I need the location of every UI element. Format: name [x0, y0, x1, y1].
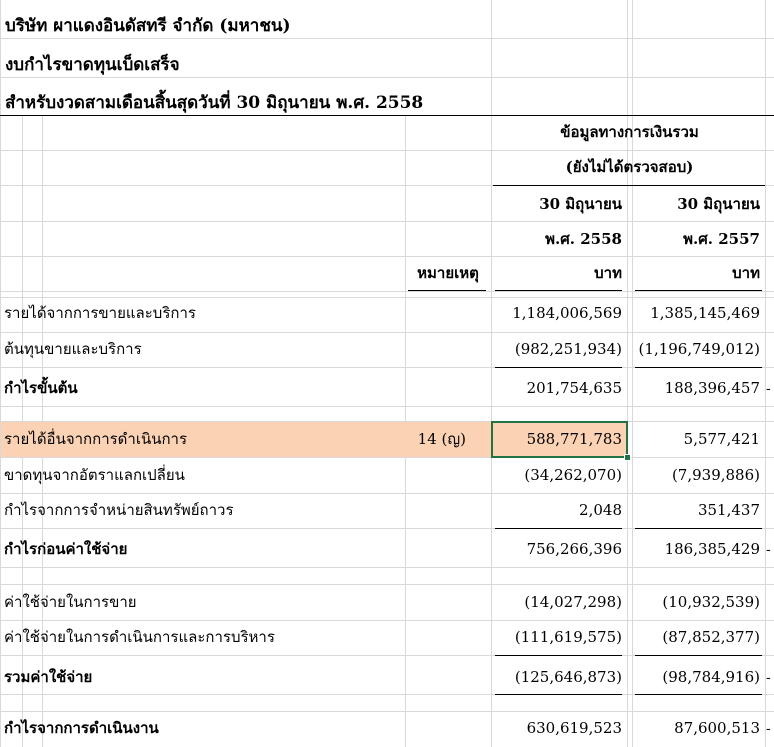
fill-handle[interactable] — [624, 454, 631, 461]
col1-unit-underline — [495, 290, 622, 291]
subtotal-underline — [495, 694, 622, 695]
grid-line — [0, 584, 774, 585]
grid-line — [0, 332, 774, 333]
grid-line — [0, 493, 774, 494]
row-label: ค่าใช้จ่ายในการขาย — [4, 593, 137, 611]
row-value-2558: 201,754,635 — [526, 379, 622, 397]
row-value-2558: (982,251,934) — [514, 340, 622, 358]
side-dash: - — [766, 381, 771, 397]
grid-line — [0, 221, 774, 222]
col1-year: พ.ศ. 2558 — [545, 230, 622, 248]
row-value-2558: 630,619,523 — [526, 719, 622, 737]
grid-line — [0, 297, 774, 298]
grid-line — [0, 620, 774, 621]
row-value-2558: 1,184,006,569 — [512, 304, 622, 322]
grid-line — [0, 291, 774, 292]
group-subtitle: (ยังไม่ได้ตรวจสอบ) — [565, 158, 694, 176]
grid-line — [0, 256, 774, 257]
col2-unit-underline — [635, 290, 762, 291]
row-value-2557: 186,385,429 — [664, 540, 760, 558]
side-dash: - — [766, 670, 771, 686]
statement-title: งบกำไรขาดทุนเบ็ดเสร็จ — [5, 55, 180, 75]
subtotal-underline — [635, 367, 762, 368]
company-name: บริษัท ผาแดงอินดัสทรี จำกัด (มหาชน) — [5, 16, 291, 36]
row-value-2558: (14,027,298) — [524, 593, 622, 611]
col1-date: 30 มิถุนายน — [539, 195, 622, 213]
col2-unit: บาท — [732, 264, 760, 282]
row-value-2557: (87,852,377) — [662, 628, 760, 646]
row-label: กำไรจากการจำหน่ายสินทรัพย์ถาวร — [4, 501, 234, 519]
row-value-2557: 1,385,145,469 — [650, 304, 760, 322]
spreadsheet: บริษัท ผาแดงอินดัสทรี จำกัด (มหาชน) งบกำ… — [0, 0, 774, 747]
note-underline — [408, 290, 486, 291]
grid-line — [0, 406, 774, 407]
row-label: กำไรก่อนค่าใช้จ่าย — [4, 540, 128, 558]
grid-line — [0, 457, 774, 458]
row-value-2558: 756,266,396 — [526, 540, 622, 558]
row-value-2557: (10,932,539) — [662, 593, 760, 611]
row-label: รายได้อื่นจากการดำเนินการ — [4, 430, 188, 448]
subtotal-underline — [495, 655, 622, 656]
subtotal-underline — [635, 528, 762, 529]
period-title: สำหรับงวดสามเดือนสิ้นสุดวันที่ 30 มิถุนา… — [5, 93, 424, 113]
subtotal-underline — [635, 694, 762, 695]
row-label: รายได้จากการขายและบริการ — [4, 304, 196, 322]
col2-year: พ.ศ. 2557 — [683, 230, 760, 248]
group-title: ข้อมูลทางการเงินรวม — [560, 123, 699, 141]
side-dash: - — [766, 721, 771, 737]
row-label: ต้นทุนขายและบริการ — [4, 340, 142, 358]
row-value-2558: (125,646,873) — [514, 668, 622, 686]
col2-date: 30 มิถุนายน — [677, 195, 760, 213]
row-label: ค่าใช้จ่ายในการดำเนินการและการบริหาร — [4, 628, 275, 646]
row-value-2557: 188,396,457 — [664, 379, 760, 397]
grid-line — [0, 711, 774, 712]
row-value-2557: 5,577,421 — [683, 430, 760, 448]
grid-line — [0, 0, 1, 747]
subtotal-underline — [495, 367, 622, 368]
side-dash: - — [766, 542, 771, 558]
row-label: กำไรจากการดำเนินงาน — [4, 719, 159, 737]
grid-line — [0, 150, 774, 151]
row-label: ขาดทุนจากอัตราแลกเปลี่ยน — [4, 466, 185, 484]
row-value-2558: (111,619,575) — [514, 628, 622, 646]
grid-line — [0, 567, 774, 568]
row-value-2558: (34,262,070) — [524, 466, 622, 484]
subtotal-underline — [495, 528, 622, 529]
col1-unit: บาท — [594, 264, 622, 282]
row-value-2558: 2,048 — [579, 501, 622, 519]
note-header: หมายเหตุ — [417, 264, 479, 282]
subtotal-underline — [635, 655, 762, 656]
row-label: รวมค่าใช้จ่าย — [4, 668, 93, 686]
row-value-2557: 351,437 — [697, 501, 760, 519]
row-value-2557: (98,784,916) — [662, 668, 760, 686]
grid-line — [627, 0, 628, 747]
group-underline — [493, 185, 765, 186]
grid-line — [765, 0, 766, 747]
row-value-2557: 87,600,513 — [674, 719, 760, 737]
row-note: 14 (ญ) — [417, 430, 466, 448]
row-value-2557: (7,939,886) — [671, 466, 760, 484]
row-value-2558: 588,771,783 — [526, 430, 622, 448]
row-value-2557: (1,196,749,012) — [638, 340, 760, 358]
row-label: กำไรขั้นต้น — [4, 379, 78, 397]
